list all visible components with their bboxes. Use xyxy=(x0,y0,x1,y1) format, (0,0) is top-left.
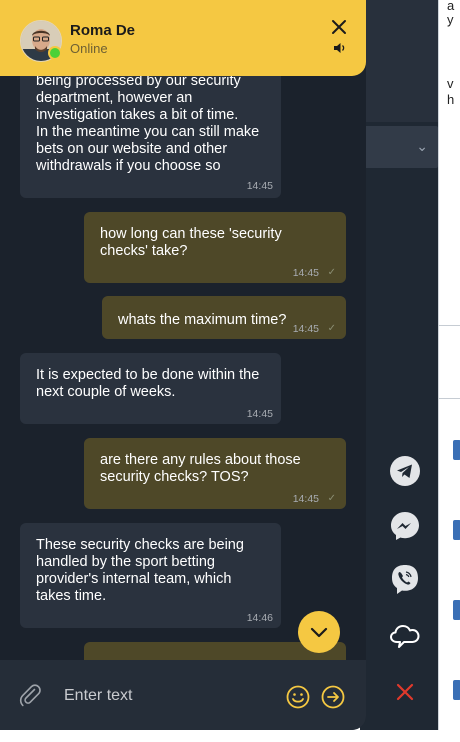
message-composer xyxy=(0,660,366,730)
chat-widget: Roma De Online being processed by our se… xyxy=(0,0,366,730)
message-outgoing: how long can these 'security checks' tak… xyxy=(84,212,346,283)
message-text: These security checks are being handled … xyxy=(36,537,244,604)
bg-thumbnail xyxy=(453,520,460,540)
bg-text-fragment: v xyxy=(447,76,454,91)
agent-status: Online xyxy=(70,41,108,56)
send-arrow-icon[interactable] xyxy=(321,685,345,709)
read-check-icon: ✓ xyxy=(327,267,336,278)
message-outgoing: whats the maximum time? 14:45 ✓ xyxy=(102,296,346,339)
online-status-dot xyxy=(48,46,62,60)
bg-thumbnail xyxy=(453,680,460,700)
message-incoming: These security checks are being handled … xyxy=(20,523,281,628)
message-text: how long can these 'security checks' tak… xyxy=(100,226,282,259)
messenger-icon[interactable] xyxy=(388,509,422,543)
message-outgoing: are there any rules about those security… xyxy=(84,438,346,509)
message-text: being processed by our security departme… xyxy=(36,76,260,174)
message-text xyxy=(100,642,330,656)
sound-icon[interactable] xyxy=(333,42,347,54)
close-icon[interactable] xyxy=(330,18,348,36)
bg-thumbnail xyxy=(453,440,460,460)
agent-name: Roma De xyxy=(70,22,136,39)
message-time: 14:45 xyxy=(246,408,273,420)
chevron-down-icon: ⌄ xyxy=(416,138,428,154)
message-text: are there any rules about those security… xyxy=(100,452,301,485)
background-right-strip: a y v h xyxy=(438,0,460,742)
emoji-icon[interactable] xyxy=(286,685,310,709)
scroll-down-button[interactable] xyxy=(298,611,340,653)
message-input[interactable] xyxy=(64,686,274,706)
message-time: 14:45 xyxy=(292,267,319,279)
read-check-icon: ✓ xyxy=(327,493,336,504)
viber-icon[interactable] xyxy=(388,563,422,597)
message-time: 14:45 xyxy=(292,493,319,505)
background-dropdown[interactable]: ⌄ xyxy=(360,126,438,168)
message-incoming: being processed by our security departme… xyxy=(20,76,281,198)
paperclip-icon[interactable] xyxy=(18,683,42,707)
message-time: 14:46 xyxy=(246,612,273,624)
chat-header: Roma De Online xyxy=(0,0,366,76)
bg-divider xyxy=(439,325,460,326)
close-x-icon[interactable] xyxy=(388,675,422,709)
chat-cloud-icon[interactable] xyxy=(388,618,422,652)
chevron-down-icon xyxy=(310,627,328,638)
bg-divider xyxy=(439,398,460,399)
message-time: 14:45 xyxy=(246,180,273,192)
message-list[interactable]: being processed by our security departme… xyxy=(0,76,366,660)
message-time: 14:45 xyxy=(292,323,319,335)
bg-text-fragment: h xyxy=(447,92,455,107)
bg-thumbnail xyxy=(453,600,460,620)
message-text: It is expected to be done within the nex… xyxy=(36,367,260,400)
background-panel-top xyxy=(360,0,438,122)
bg-text-fragment: y xyxy=(447,12,454,27)
telegram-icon[interactable] xyxy=(388,454,422,488)
message-incoming: It is expected to be done within the nex… xyxy=(20,353,281,424)
background-bottom xyxy=(0,730,460,742)
read-check-icon: ✓ xyxy=(327,323,336,334)
